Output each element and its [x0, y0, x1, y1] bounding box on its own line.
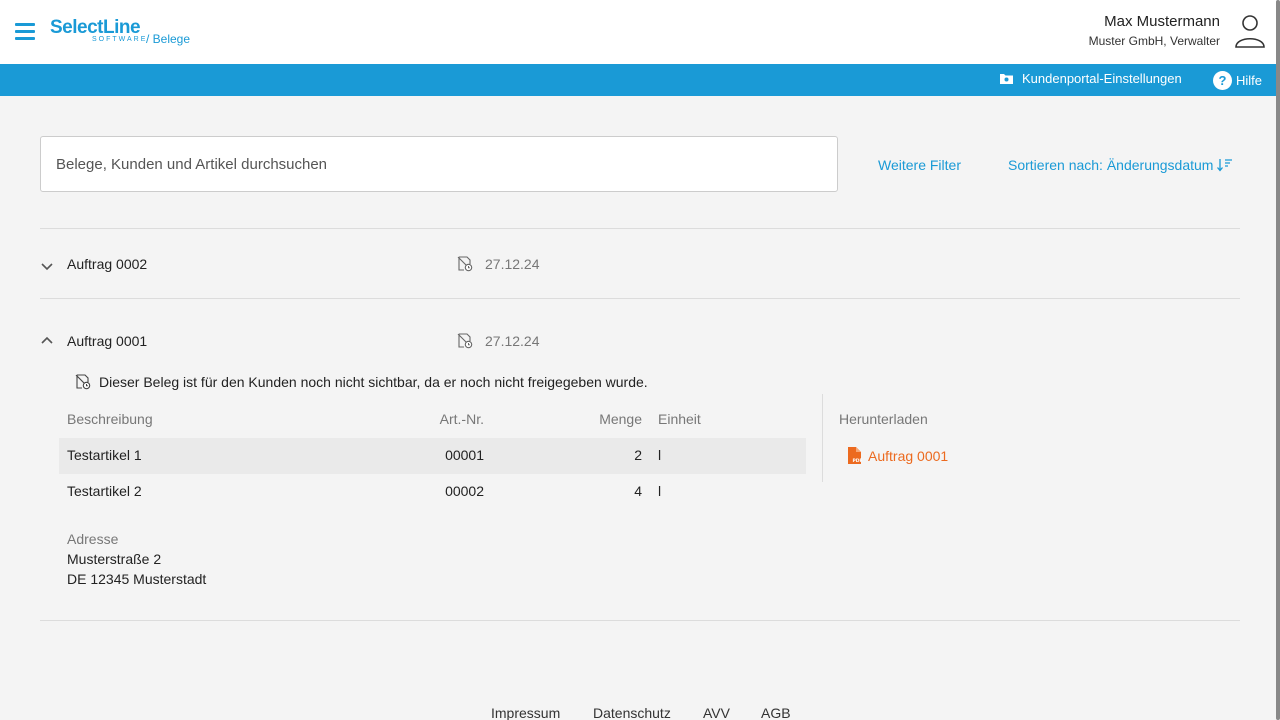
download-label: Auftrag 0001 — [868, 447, 949, 464]
more-filters-button[interactable]: Weitere Filter — [878, 157, 961, 173]
sort-label: Sortieren nach: Änderungsdatum — [1008, 157, 1214, 173]
cell-article: 00002 — [445, 483, 484, 499]
sort-descending-icon — [1217, 159, 1233, 172]
portal-settings-button[interactable]: Kundenportal-Einstellungen — [999, 71, 1182, 86]
help-label: Hilfe — [1236, 73, 1263, 88]
search-input[interactable] — [40, 136, 838, 192]
visibility-notice: Dieser Beleg ist für den Kunden noch nic… — [75, 374, 648, 390]
document-title[interactable]: Auftrag 0002 — [67, 256, 147, 272]
user-name: Max Mustermann — [1104, 13, 1220, 30]
footer-link-avv[interactable]: AVV — [703, 705, 730, 720]
pdf-download-link[interactable]: PDF Auftrag 0001 — [847, 447, 948, 464]
sort-button[interactable]: Sortieren nach: Änderungsdatum — [1008, 157, 1233, 173]
selectline-logo[interactable]: SelectLine SOFTWARE — [50, 18, 146, 46]
column-header-quantity: Menge — [599, 411, 642, 427]
not-released-icon — [75, 374, 91, 390]
app-header: SelectLine SOFTWARE / Belege Max Musterm… — [0, 0, 1280, 64]
divider — [40, 620, 1240, 621]
download-header: Herunterladen — [839, 411, 928, 427]
table-row: Testartikel 2 00002 4 l — [59, 474, 806, 510]
footer-link-imprint[interactable]: Impressum — [491, 705, 560, 720]
cell-description: Testartikel 2 — [67, 483, 142, 499]
help-button[interactable]: ? Hilfe — [1213, 71, 1262, 90]
document-row[interactable]: Auftrag 0002 27.12.24 — [40, 256, 1240, 286]
folder-gear-icon — [1000, 74, 1013, 84]
document-date: 27.12.24 — [485, 256, 540, 272]
divider — [40, 228, 1240, 229]
cell-unit: l — [658, 447, 662, 463]
address-line: Musterstraße 2 — [67, 551, 162, 567]
column-header-description: Beschreibung — [67, 411, 153, 427]
table-row: Testartikel 1 00001 2 l — [59, 438, 806, 474]
user-company: Muster GmbH, Verwalter — [1088, 34, 1220, 48]
cell-description: Testartikel 1 — [67, 447, 142, 463]
user-icon[interactable] — [1234, 14, 1266, 48]
svg-text:PDF: PDF — [853, 458, 863, 464]
document-title[interactable]: Auftrag 0001 — [67, 333, 147, 349]
document-date: 27.12.24 — [485, 333, 540, 349]
cell-article: 00001 — [445, 447, 484, 463]
divider — [40, 298, 1240, 299]
pdf-icon: PDF — [848, 447, 863, 464]
menu-icon[interactable] — [15, 23, 35, 41]
toolbar: Kundenportal-Einstellungen ? Hilfe — [0, 64, 1280, 96]
user-info: Max Mustermann Muster GmbH, Verwalter — [1089, 13, 1220, 51]
logo-subtext: SOFTWARE — [92, 36, 148, 43]
address-line: DE 12345 Musterstadt — [67, 571, 207, 587]
column-header-unit: Einheit — [658, 411, 701, 427]
scrollbar[interactable] — [1276, 0, 1280, 720]
footer-link-terms[interactable]: AGB — [761, 705, 791, 720]
portal-settings-label: Kundenportal-Einstellungen — [1022, 71, 1182, 86]
breadcrumb[interactable]: / Belege — [146, 32, 190, 46]
logo-text: SelectLine — [50, 17, 141, 38]
chevron-down-icon[interactable] — [40, 260, 54, 274]
document-row[interactable]: Auftrag 0001 27.12.24 — [40, 333, 1240, 363]
not-released-icon — [457, 333, 473, 349]
address-label: Adresse — [67, 531, 119, 547]
notice-text: Dieser Beleg ist für den Kunden noch nic… — [99, 374, 648, 390]
column-header-article: Art.-Nr. — [439, 411, 484, 427]
not-released-icon — [457, 256, 473, 272]
cell-quantity: 4 — [634, 483, 642, 499]
cell-quantity: 2 — [634, 447, 642, 463]
cell-unit: l — [658, 483, 662, 499]
help-icon: ? — [1213, 71, 1232, 90]
footer-link-privacy[interactable]: Datenschutz — [593, 705, 671, 720]
chevron-up-icon[interactable] — [40, 333, 54, 347]
vertical-divider — [822, 394, 823, 482]
